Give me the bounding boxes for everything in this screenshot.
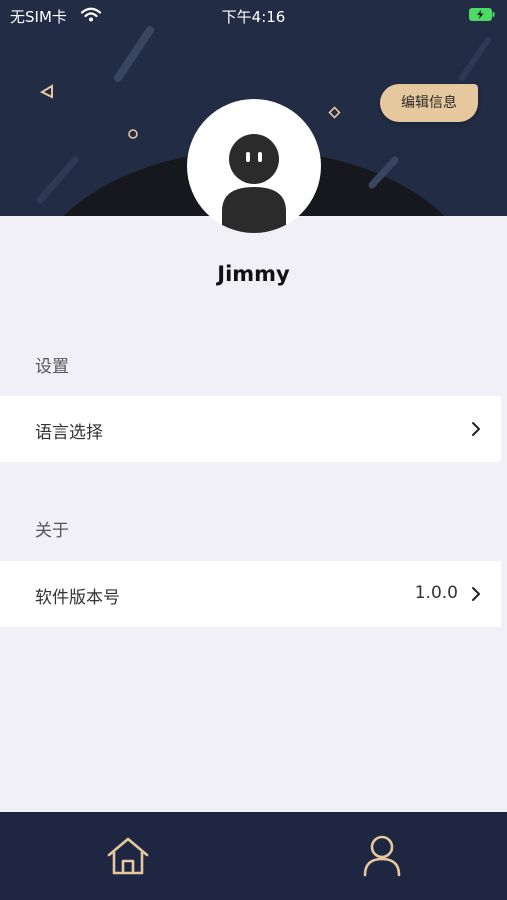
row-label: 语言选择 <box>35 423 103 443</box>
row-label: 软件版本号 <box>35 588 120 608</box>
avatar[interactable] <box>187 99 321 233</box>
user-icon <box>363 835 401 877</box>
home-icon <box>107 837 149 875</box>
circle-decoration <box>128 129 138 139</box>
triangle-decoration <box>39 84 53 99</box>
app-version-row[interactable]: 软件版本号 1.0.0 <box>0 561 501 627</box>
section-title-settings: 设置 <box>35 357 69 377</box>
username: Jimmy <box>217 262 290 286</box>
deco-stroke <box>459 37 491 81</box>
status-time: 下午4:16 <box>221 8 286 26</box>
chevron-right-icon <box>472 422 480 436</box>
status-bar: 无SIM卡 下午4:16 <box>0 0 507 30</box>
deco-stroke <box>114 26 154 82</box>
tab-home[interactable] <box>106 836 150 876</box>
user-avatar-icon <box>222 134 286 233</box>
version-value: 1.0.0 <box>414 583 458 603</box>
battery-icon <box>469 8 495 21</box>
language-select-row[interactable]: 语言选择 <box>0 396 501 462</box>
chevron-right-icon <box>472 587 480 601</box>
tab-profile[interactable] <box>360 834 404 878</box>
deco-stroke <box>36 156 79 204</box>
section-title-about: 关于 <box>35 521 69 541</box>
diamond-decoration <box>328 106 341 119</box>
edit-info-button[interactable]: 编辑信息 <box>380 84 478 122</box>
tab-bar <box>0 812 507 900</box>
